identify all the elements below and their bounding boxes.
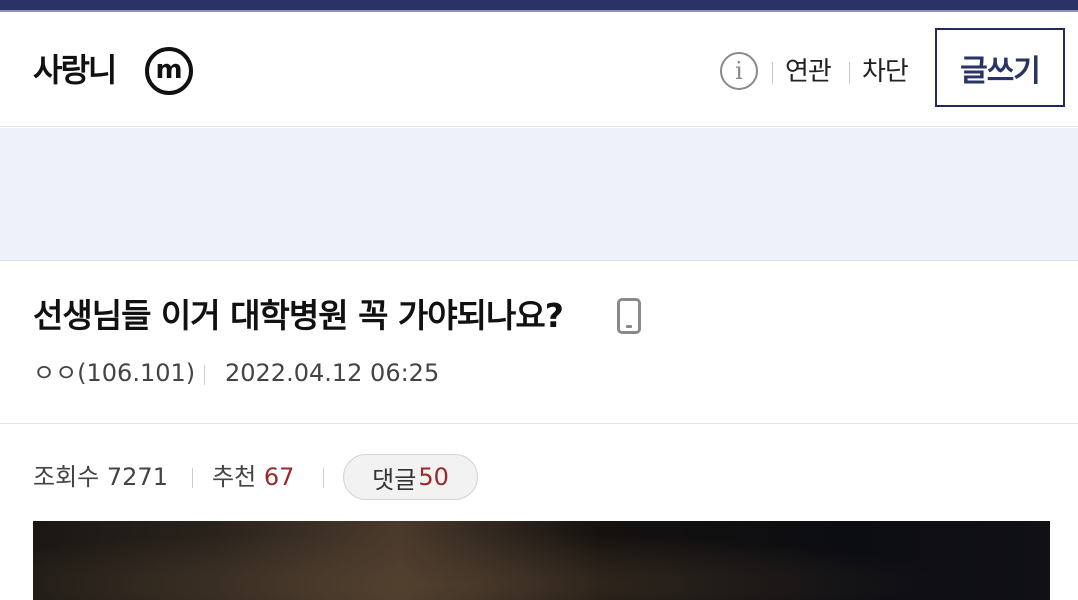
related-link[interactable]: 연관 [785, 56, 832, 88]
stats-divider [323, 468, 324, 488]
view-count-value: 7271 [106, 463, 168, 491]
minor-gallery-badge-icon: m [145, 47, 193, 95]
info-icon[interactable]: i [720, 52, 758, 90]
post-title: 선생님들 이거 대학병원 꼭 가야되나요? [33, 296, 564, 335]
recommend-count-label: 추천 [212, 463, 257, 491]
gallery-name[interactable]: 사랑니 [33, 50, 117, 90]
post-attached-image[interactable] [33, 521, 1050, 600]
post-header: 선생님들 이거 대학병원 꼭 가야되나요? ㅇㅇ(106.101) 2022.0… [0, 262, 1078, 424]
post-date: 2022.04.12 06:25 [225, 359, 440, 387]
header-divider [772, 62, 773, 84]
mobile-device-icon [617, 298, 641, 334]
recommend-count: 추천 67 [212, 462, 294, 492]
gallery-header: 사랑니 m i 연관 차단 글쓰기 [0, 12, 1078, 127]
post-writer[interactable]: ㅇㅇ(106.101) [33, 358, 195, 388]
comment-count-value: 50 [418, 463, 449, 491]
stats-divider [192, 468, 193, 488]
view-count-label: 조회수 [33, 463, 100, 491]
comment-count-button[interactable]: 댓글 50 [343, 454, 478, 500]
post-stats-bar: 조회수 7271 추천 67 댓글 50 [0, 425, 1078, 520]
recommend-count-value: 67 [263, 463, 295, 491]
view-count: 조회수 7271 [33, 462, 168, 492]
meta-divider [204, 365, 205, 385]
ad-banner-area [0, 128, 1078, 261]
write-post-button[interactable]: 글쓰기 [935, 28, 1065, 107]
minor-gallery-badge-letter: m [155, 54, 183, 85]
comment-count-label: 댓글 [372, 465, 417, 494]
header-divider [849, 62, 850, 84]
block-link[interactable]: 차단 [862, 56, 909, 88]
